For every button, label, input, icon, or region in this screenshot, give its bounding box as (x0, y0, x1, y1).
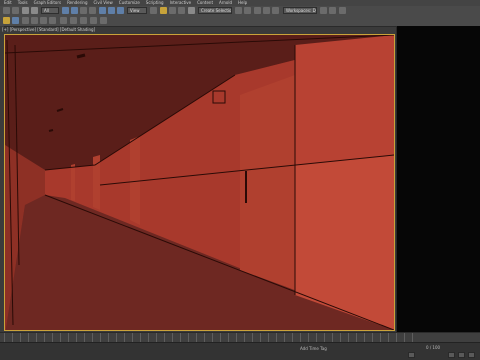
selection-filter-dropdown[interactable]: All (41, 7, 59, 14)
pivot-icon[interactable] (150, 7, 157, 14)
select-object-icon[interactable] (62, 7, 69, 14)
door-3 (93, 155, 100, 210)
utilities-icon[interactable] (49, 17, 56, 24)
motion-icon[interactable] (31, 17, 38, 24)
redo-icon[interactable] (12, 7, 19, 14)
modify-icon[interactable] (12, 17, 19, 24)
render-setup-icon[interactable] (329, 7, 336, 14)
zoom-extents-icon[interactable] (448, 352, 455, 358)
freeform-icon[interactable] (70, 17, 77, 24)
percent-snap-icon[interactable] (178, 7, 185, 14)
viewport-scene (5, 35, 394, 330)
orbit-icon[interactable] (458, 352, 465, 358)
reference-coord-dropdown[interactable]: View (127, 7, 147, 14)
material-editor-icon[interactable] (320, 7, 327, 14)
scale-icon[interactable] (117, 7, 124, 14)
move-icon[interactable] (99, 7, 106, 14)
command-panel (396, 26, 480, 332)
perspective-viewport[interactable] (4, 34, 395, 331)
hierarchy-icon[interactable] (22, 17, 29, 24)
named-selection-dropdown[interactable]: Create Selection Se (198, 7, 232, 14)
object-paint-icon[interactable] (90, 17, 97, 24)
door-2 (130, 136, 140, 225)
create-icon[interactable] (3, 17, 10, 24)
maximize-viewport-icon[interactable] (468, 352, 475, 358)
door-1 (240, 75, 295, 290)
snap-icon[interactable] (160, 7, 167, 14)
door-4 (71, 164, 75, 201)
render-frame-icon[interactable] (339, 7, 346, 14)
curve-editor-icon[interactable] (272, 7, 279, 14)
window-crossing-icon[interactable] (89, 7, 96, 14)
status-message: Add Time Tag (300, 346, 327, 351)
wall-sign-icon (212, 90, 226, 104)
ceiling-light-1 (76, 53, 86, 59)
select-by-name-icon[interactable] (71, 7, 78, 14)
layer-explorer-icon[interactable] (254, 7, 261, 14)
play-icon[interactable] (408, 352, 415, 358)
graphite-tools-icon[interactable] (60, 17, 67, 24)
populate-icon[interactable] (100, 17, 107, 24)
edit-named-selection-icon[interactable] (188, 7, 195, 14)
frame-counter: 0 / 100 (426, 345, 441, 350)
unlink-icon[interactable] (31, 7, 38, 14)
rect-selection-icon[interactable] (80, 7, 87, 14)
right-wall-panel-upper (295, 35, 394, 165)
mirror-icon[interactable] (235, 7, 242, 14)
selection-icon[interactable] (80, 17, 87, 24)
ribbon-icon[interactable] (263, 7, 270, 14)
undo-icon[interactable] (3, 7, 10, 14)
timeline-slider[interactable] (0, 332, 480, 343)
toolbar-row-2 (0, 16, 480, 26)
rotate-icon[interactable] (108, 7, 115, 14)
status-bar: Add Time Tag (0, 342, 480, 360)
viewport-label[interactable]: [+] [Perspective] [Standard] [Default Sh… (2, 27, 95, 33)
toolbar-row-1: All View Create Selection Se Workspaces:… (0, 6, 480, 16)
link-icon[interactable] (22, 7, 29, 14)
ceiling-light-3 (48, 129, 54, 132)
angle-snap-icon[interactable] (169, 7, 176, 14)
workspace-dropdown[interactable]: Workspaces: Default (283, 7, 317, 14)
align-icon[interactable] (244, 7, 251, 14)
main-toolbar: All View Create Selection Se Workspaces:… (0, 6, 480, 27)
display-icon[interactable] (40, 17, 47, 24)
